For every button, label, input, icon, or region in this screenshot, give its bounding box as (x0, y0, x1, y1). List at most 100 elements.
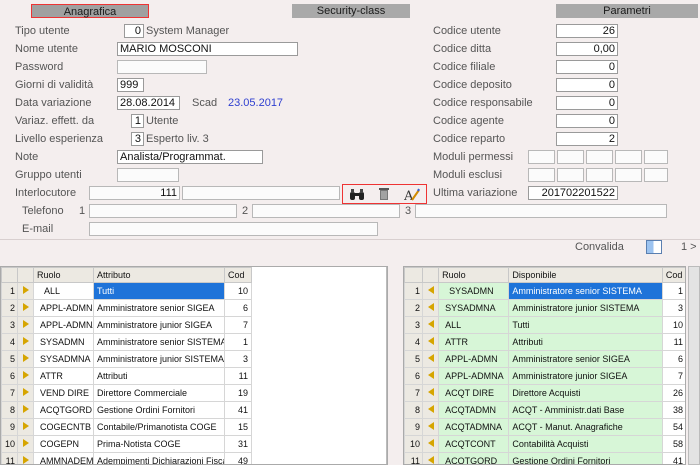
table-row[interactable]: 3 APPL-ADMNA Amministratore junior SIGEA 7 (1, 316, 252, 334)
row-arrow-icon[interactable] (422, 299, 440, 317)
row-arrow-icon[interactable] (422, 367, 440, 385)
interlocutore-desc-field[interactable] (182, 186, 340, 200)
moduli-esclusi-field-1[interactable] (528, 168, 555, 182)
moduli-esclusi-field-2[interactable] (557, 168, 584, 182)
row-arrow-icon[interactable] (17, 282, 34, 300)
password-field[interactable] (117, 60, 207, 74)
moduli-esclusi-field-5[interactable] (644, 168, 668, 182)
table-row[interactable]: 5 APPL-ADMN Amministratore senior SIGEA 6 (404, 350, 685, 368)
table-row[interactable]: 11 AMMNADEMDAdempimenti Dichiarazioni Fis… (1, 452, 252, 464)
row-arrow-icon[interactable] (422, 401, 440, 419)
table-row[interactable]: 8 ACQTADMN ACQT - Amministr.dati Base 38 (404, 401, 685, 419)
cell-cod: 58 (661, 435, 685, 453)
moduli-esclusi-field-4[interactable] (615, 168, 642, 182)
edit-text-icon[interactable]: A (401, 186, 423, 202)
cell-cod: 19 (224, 384, 252, 402)
row-arrow-icon[interactable] (17, 435, 34, 453)
col-ruolo[interactable]: Ruolo (33, 267, 94, 283)
email-field[interactable] (89, 222, 378, 236)
tab-parametri[interactable]: Parametri (556, 4, 698, 18)
row-arrow-icon[interactable] (17, 299, 34, 317)
table-row[interactable]: 9 ACQTADMNA ACQT - Manut. Anagrafiche 54 (404, 418, 685, 436)
ultima-variazione-field[interactable]: 201702201522 (528, 186, 618, 200)
gruppo-utenti-field[interactable] (117, 168, 179, 182)
row-arrow-icon[interactable] (17, 350, 34, 368)
codice-agente-field[interactable]: 0 (556, 114, 618, 128)
table-row[interactable]: 7 ACQT DIRE Direttore Acquisti 26 (404, 384, 685, 402)
livello-esperienza-code-field[interactable]: 3 (131, 132, 144, 146)
table-row[interactable]: 1 ALL Tutti 10 (1, 282, 252, 300)
data-variazione-field[interactable]: 28.08.2014 (117, 96, 180, 110)
moduli-permessi-field-5[interactable] (644, 150, 668, 164)
interlocutore-code-field[interactable]: 111 (89, 186, 180, 200)
table-row[interactable]: 10 COGEPN Prima-Notista COGE 31 (1, 435, 252, 453)
col-cod[interactable]: Cod (661, 267, 685, 283)
row-number: 6 (1, 367, 18, 385)
row-arrow-icon[interactable] (17, 316, 34, 334)
row-arrow-icon[interactable] (422, 435, 440, 453)
moduli-permessi-field-3[interactable] (586, 150, 613, 164)
table-row[interactable]: 8 ACQTGORD Gestione Ordini Fornitori 41 (1, 401, 252, 419)
table-row[interactable]: 1 SYSADMN Amministratore senior SISTEMA 1 (404, 282, 685, 300)
cell-ruolo: SYSADMNA (438, 299, 510, 317)
row-arrow-icon[interactable] (17, 384, 34, 402)
row-arrow-icon[interactable] (422, 333, 440, 351)
roles-grid-scrollbar[interactable] (386, 267, 387, 464)
codice-deposito-field[interactable]: 0 (556, 78, 618, 92)
codice-ditta-field[interactable]: 0,00 (556, 42, 618, 56)
giorni-validita-field[interactable]: 999 (117, 78, 144, 92)
moduli-permessi-field-4[interactable] (615, 150, 642, 164)
page-indicator[interactable]: 1 > (681, 241, 697, 253)
telefono-1-field[interactable] (89, 204, 237, 218)
table-row[interactable]: 4 ATTR Attributi 11 (404, 333, 685, 351)
row-arrow-icon[interactable] (422, 316, 440, 334)
moduli-permessi-field-1[interactable] (528, 150, 555, 164)
tipo-utente-code-field[interactable]: 0 (124, 24, 144, 38)
table-row[interactable]: 5 SYSADMNA Amministratore junior SISTEMA 3 (1, 350, 252, 368)
col-attributo[interactable]: Attributo (93, 267, 225, 283)
tab-anagrafica[interactable]: Anagrafica (31, 4, 149, 18)
row-arrow-icon[interactable] (422, 384, 440, 402)
row-arrow-icon[interactable] (17, 418, 34, 436)
note-field[interactable]: Analista/Programmat. (117, 150, 263, 164)
row-number: 9 (1, 418, 18, 436)
table-row[interactable]: 2 SYSADMNA Amministratore junior SISTEMA 3 (404, 299, 685, 317)
row-arrow-icon[interactable] (17, 452, 34, 464)
table-row[interactable]: 10 ACQTCONT Contabilità Acquisti 58 (404, 435, 685, 453)
moduli-permessi-field-2[interactable] (557, 150, 584, 164)
row-arrow-icon[interactable] (17, 401, 34, 419)
table-row[interactable]: 3 ALL Tutti 10 (404, 316, 685, 334)
table-row[interactable]: 6 APPL-ADMNA Amministratore junior SIGEA 7 (404, 367, 685, 385)
nome-utente-field[interactable]: MARIO MOSCONI (117, 42, 298, 56)
telefono-2-field[interactable] (252, 204, 400, 218)
telefono-3-field[interactable] (415, 204, 667, 218)
binoculars-icon[interactable] (346, 186, 368, 202)
moduli-esclusi-field-3[interactable] (586, 168, 613, 182)
row-arrow-icon[interactable] (422, 452, 440, 464)
row-arrow-icon[interactable] (422, 282, 440, 300)
table-row[interactable]: 7 VEND DIRE Direttore Commerciale 19 (1, 384, 252, 402)
row-number: 4 (1, 333, 18, 351)
table-row[interactable]: 2 APPL-ADMN Amministratore senior SIGEA 6 (1, 299, 252, 317)
row-arrow-icon[interactable] (17, 333, 34, 351)
available-grid-scrollbar[interactable] (688, 266, 700, 465)
codice-reparto-field[interactable]: 2 (556, 132, 618, 146)
table-row[interactable]: 9 COGECNTB Contabile/Primanotista COGE 15 (1, 418, 252, 436)
col-disponibile[interactable]: Disponibile (508, 267, 663, 283)
codice-utente-field[interactable]: 26 (556, 24, 618, 38)
col-cod[interactable]: Cod (224, 267, 252, 283)
col-ruolo[interactable]: Ruolo (438, 267, 510, 283)
cell-ruolo: SYSADMNA (33, 350, 94, 368)
table-row[interactable]: 11 ACQTGORD Gestione Ordini Fornitori 41 (404, 452, 685, 464)
row-arrow-icon[interactable] (422, 418, 440, 436)
variaz-effett-code-field[interactable]: 1 (131, 114, 144, 128)
table-row[interactable]: 6 ATTR Attributi 11 (1, 367, 252, 385)
convalida-button[interactable] (646, 240, 662, 254)
codice-filiale-field[interactable]: 0 (556, 60, 618, 74)
table-row[interactable]: 4 SYSADMN Amministratore senior SISTEMA 1 (1, 333, 252, 351)
row-arrow-icon[interactable] (17, 367, 34, 385)
tab-security-class[interactable]: Security-class (292, 4, 410, 18)
row-arrow-icon[interactable] (422, 350, 440, 368)
trash-icon[interactable] (373, 186, 395, 202)
codice-responsabile-field[interactable]: 0 (556, 96, 618, 110)
